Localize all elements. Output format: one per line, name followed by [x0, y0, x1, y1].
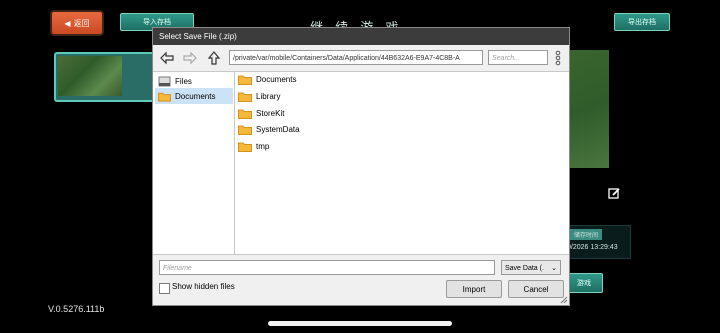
cancel-button[interactable]: Cancel	[508, 280, 564, 298]
file-list	[235, 71, 569, 254]
home-indicator[interactable]	[268, 321, 452, 326]
cancel-button-label: Cancel	[523, 284, 549, 294]
back-arrow-icon[interactable]	[159, 50, 175, 66]
show-hidden-label: Show hidden files	[172, 282, 235, 291]
chevron-down-icon: ⌄	[551, 265, 557, 272]
file-dialog: Select Save File (.zip) /private/var/mob…	[152, 27, 570, 306]
preview-thumbnail	[565, 50, 609, 168]
folder-icon	[238, 75, 252, 85]
folder-name: tmp	[256, 142, 270, 151]
export-save-label: 导出存档	[628, 19, 656, 26]
save-thumbnail	[58, 56, 122, 96]
show-hidden-checkbox[interactable]	[159, 283, 170, 294]
folder-name: StoreKit	[256, 109, 285, 118]
folder-icon	[238, 125, 252, 135]
back-label: 返回	[73, 18, 90, 28]
back-button[interactable]: ◀ 返回	[50, 10, 104, 36]
more-options-icon[interactable]	[554, 49, 562, 67]
search-input[interactable]: Search...	[488, 50, 548, 65]
drive-icon	[158, 76, 171, 86]
folder-icon	[158, 92, 171, 102]
folder-row[interactable]: StoreKit	[238, 106, 284, 121]
sidebar-item-documents[interactable]: Documents	[155, 88, 233, 104]
continue-label: 游戏	[577, 280, 591, 287]
folder-icon	[238, 109, 252, 119]
folder-name: SystemData	[256, 125, 300, 134]
save-time-label: 储存时间	[570, 229, 603, 240]
folder-name: Documents	[256, 75, 297, 84]
version-label: V.0.5276.111b	[48, 304, 105, 314]
folder-row[interactable]: Library	[238, 89, 280, 104]
path-field[interactable]: /private/var/mobile/Containers/Data/Appl…	[229, 50, 483, 65]
folder-name: Library	[256, 92, 281, 101]
folder-row[interactable]: tmp	[238, 139, 269, 154]
folder-icon	[238, 142, 252, 152]
forward-arrow-icon[interactable]	[182, 50, 198, 66]
import-save-label: 导入存档	[143, 19, 171, 26]
import-button-label: Import	[462, 284, 486, 294]
up-arrow-icon[interactable]	[206, 50, 222, 66]
folder-row[interactable]: SystemData	[238, 122, 300, 137]
file-type-select[interactable]: Save Data (. ⌄	[501, 260, 561, 275]
continue-button[interactable]: 游戏	[565, 273, 603, 293]
resize-grip-icon[interactable]	[559, 295, 568, 304]
back-arrow-icon: ◀	[64, 18, 71, 28]
sidebar-item-label: Files	[175, 76, 192, 86]
edit-icon[interactable]	[608, 187, 621, 200]
save-time-value: 0/2026 13:29:43	[567, 244, 618, 251]
file-type-value: Save Data (.	[505, 265, 544, 272]
folder-row[interactable]: Documents	[238, 72, 296, 87]
folder-icon	[238, 92, 252, 102]
dialog-title: Select Save File (.zip)	[153, 28, 569, 45]
filename-input[interactable]: Filename	[159, 260, 495, 275]
sidebar-item-files[interactable]: Files	[155, 73, 233, 89]
import-button[interactable]: Import	[446, 280, 502, 298]
sidebar-item-label: Documents	[175, 91, 216, 101]
export-save-button[interactable]: 导出存档	[614, 13, 670, 31]
